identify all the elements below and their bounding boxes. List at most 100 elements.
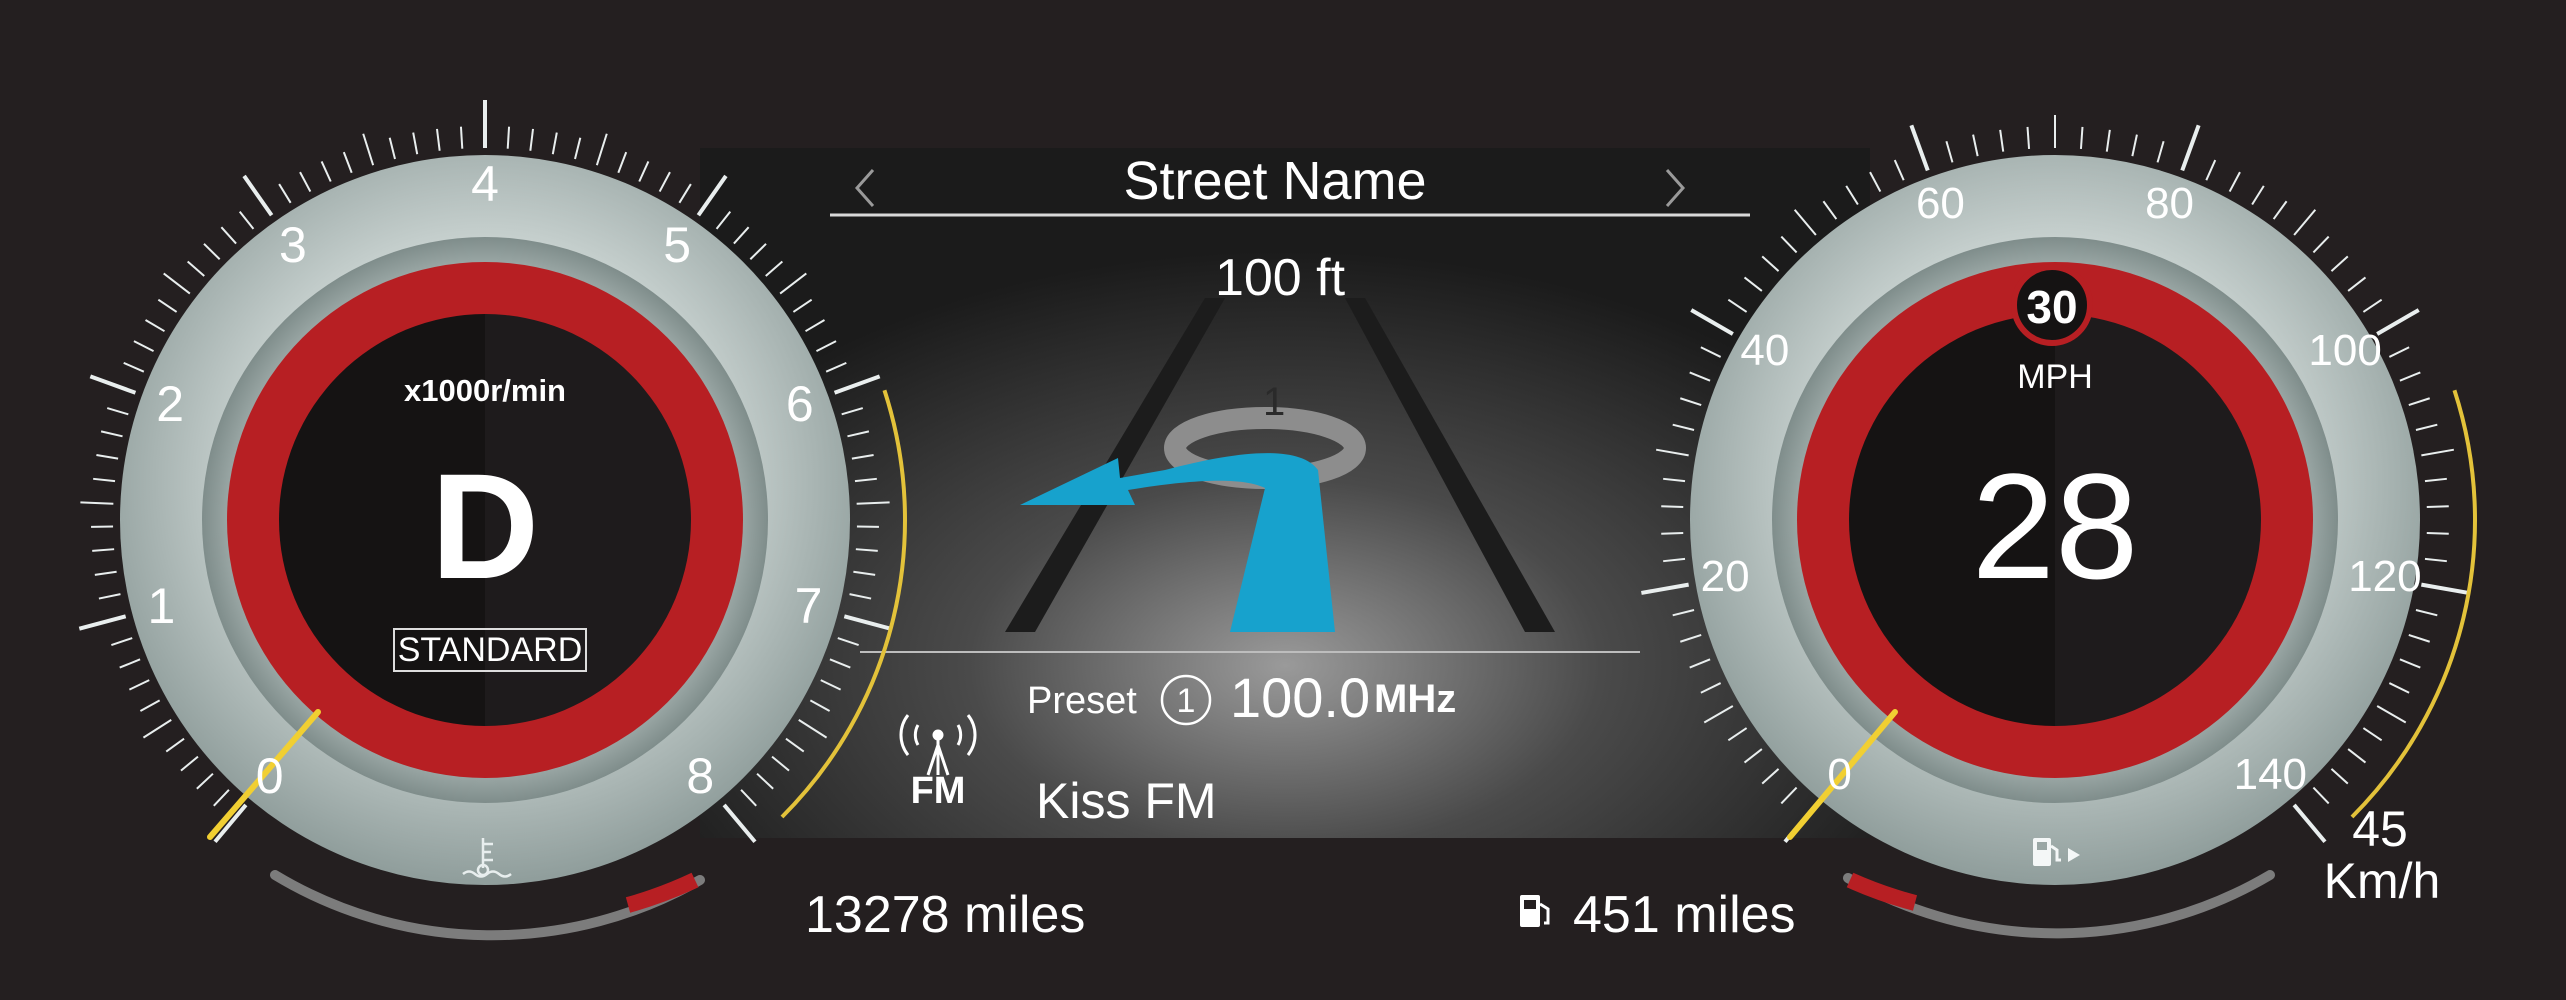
rpm-tick bbox=[128, 679, 150, 691]
nav-next-button[interactable] bbox=[1655, 158, 1695, 218]
speed-tick bbox=[2026, 126, 2031, 149]
rpm-tick bbox=[320, 161, 332, 182]
chevron-right-icon bbox=[1665, 169, 1686, 207]
speed-tick bbox=[2292, 803, 2327, 844]
speed-label: 0 bbox=[1827, 750, 1852, 800]
rpm-tick bbox=[299, 171, 312, 193]
chevron-left-icon bbox=[854, 169, 875, 207]
speed-tick bbox=[2312, 786, 2330, 805]
speed-unit: MPH bbox=[2017, 358, 2093, 396]
rpm-tick bbox=[139, 699, 161, 712]
rpm-tick bbox=[220, 226, 237, 245]
radio-frequency: 100.0 bbox=[1230, 666, 1371, 729]
rpm-tick bbox=[435, 128, 441, 151]
rpm-tick bbox=[180, 755, 199, 772]
speed-tick bbox=[2408, 634, 2431, 643]
speed-tick bbox=[1999, 129, 2005, 152]
rpm-label: 8 bbox=[686, 747, 715, 804]
speed-tick bbox=[2330, 768, 2349, 785]
speed-tick bbox=[1661, 505, 1684, 509]
rpm-tick bbox=[678, 183, 692, 204]
speed-tick bbox=[2415, 609, 2438, 617]
speed-tick bbox=[2388, 682, 2410, 694]
speed-tick bbox=[2180, 124, 2201, 172]
preset-number: 1 bbox=[1176, 682, 1196, 720]
gear-indicator: D bbox=[430, 442, 540, 610]
street-name: Street Name bbox=[1123, 151, 1427, 211]
rpm-tick bbox=[362, 133, 375, 166]
speed-tick bbox=[2347, 748, 2367, 764]
speed-tick bbox=[2362, 727, 2383, 742]
speed-tick bbox=[1661, 531, 1684, 535]
rpm-tick bbox=[96, 453, 119, 460]
speed-label: 120 bbox=[2348, 551, 2422, 601]
rpm-label: 0 bbox=[255, 747, 284, 804]
rpm-tick bbox=[92, 548, 115, 552]
speed-tick bbox=[1909, 124, 1930, 172]
speed-label: 60 bbox=[1915, 178, 1965, 228]
rpm-tick bbox=[459, 126, 464, 149]
speed-tick bbox=[1972, 134, 1979, 157]
rpm-tick bbox=[80, 501, 114, 505]
rpm-tick bbox=[111, 637, 133, 646]
speed-label: 140 bbox=[2233, 750, 2308, 800]
roundabout-exit-number: 1 bbox=[1263, 380, 1286, 424]
speed-tick bbox=[1945, 140, 1954, 163]
speed-tick bbox=[2228, 171, 2241, 193]
rpm-tick bbox=[119, 658, 141, 669]
rpm-tick bbox=[595, 133, 608, 166]
current-speed: 28 bbox=[1971, 442, 2139, 610]
speed-label: 20 bbox=[1700, 551, 1750, 601]
rpm-tick bbox=[163, 272, 191, 295]
preset-label: Preset bbox=[1027, 680, 1137, 722]
rpm-tick bbox=[203, 243, 221, 260]
speed-tick bbox=[2293, 209, 2317, 236]
fuel-range: 451 miles bbox=[1573, 886, 1796, 944]
rpm-label: 5 bbox=[663, 216, 692, 273]
speed-tick bbox=[2105, 129, 2111, 152]
rpm-tick bbox=[574, 137, 582, 160]
speed-tick bbox=[2399, 658, 2421, 669]
rpm-tick bbox=[506, 126, 511, 149]
speed-limit-value: 30 bbox=[2026, 281, 2078, 333]
temperature-bar-red bbox=[625, 872, 699, 913]
speed-tick bbox=[2312, 235, 2330, 254]
radio-band: FM bbox=[910, 770, 966, 812]
speed-tick bbox=[1893, 159, 1905, 181]
speed-tick bbox=[2376, 705, 2407, 724]
speed-label: 100 bbox=[2308, 326, 2382, 376]
speed-tick bbox=[2399, 371, 2421, 382]
speed-tick bbox=[2421, 448, 2455, 457]
rpm-tick bbox=[157, 298, 178, 313]
speed-tick bbox=[2251, 185, 2265, 206]
speed-tick bbox=[2426, 531, 2449, 535]
rpm-unit-label: x1000r/min bbox=[404, 373, 566, 408]
drive-mode-badge: STANDARD bbox=[393, 628, 587, 672]
speed-tick bbox=[2426, 505, 2449, 509]
instrument-cluster: Street Name 100 ft 1 FM Preset 1 100.0 M… bbox=[0, 0, 2566, 1000]
rpm-tick bbox=[658, 171, 671, 193]
speed-tick bbox=[2347, 276, 2367, 292]
rpm-tick bbox=[529, 128, 535, 151]
rpm-tick bbox=[388, 137, 396, 160]
kmh-unit: Km/h bbox=[2323, 853, 2441, 909]
rpm-tick bbox=[412, 132, 419, 155]
rpm-label: 2 bbox=[156, 376, 185, 433]
rpm-tick bbox=[133, 340, 154, 353]
speed-tick bbox=[2388, 346, 2410, 358]
rpm-label: 4 bbox=[471, 156, 499, 212]
rpm-tick bbox=[186, 260, 205, 277]
rpm-tick bbox=[142, 719, 172, 739]
rpm-label: 3 bbox=[278, 216, 307, 273]
rpm-tick bbox=[165, 737, 185, 753]
nav-prev-button[interactable] bbox=[845, 158, 885, 218]
speed-tick bbox=[2424, 477, 2447, 483]
kmh-value: 45 bbox=[2352, 801, 2408, 857]
rpm-tick bbox=[551, 132, 558, 155]
speed-tick bbox=[2079, 126, 2084, 149]
fuel-bar-red bbox=[1846, 872, 1918, 911]
rpm-tick bbox=[638, 161, 650, 182]
speed-tick bbox=[2362, 298, 2383, 313]
rpm-label: 1 bbox=[147, 577, 176, 634]
rpm-tick bbox=[145, 319, 165, 333]
